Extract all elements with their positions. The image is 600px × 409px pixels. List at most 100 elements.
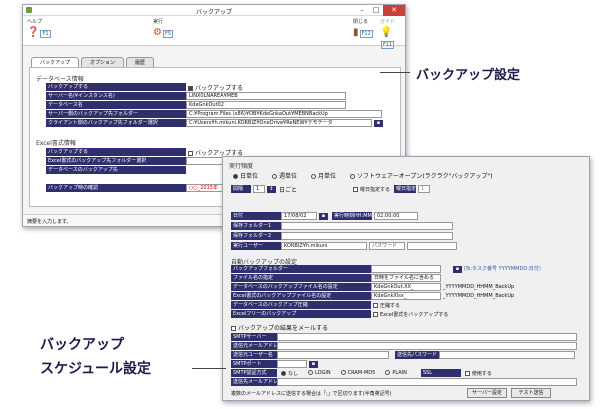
browse-button[interactable]: ▪ <box>374 119 383 127</box>
auth-plain[interactable]: PLAIN <box>385 370 407 376</box>
checkbox-icon <box>464 370 470 376</box>
client-folder-field[interactable]: C:¥Users¥h.mikuni.KORBIZ¥OneDrive¥ReNEW¥… <box>186 119 372 127</box>
excel-folder-label: Excel書式のバックアップ先フォルダー選択 <box>46 157 186 165</box>
port-stepper[interactable]: ▪ <box>309 360 318 368</box>
freq-month[interactable]: 月単位 <box>311 171 336 180</box>
date-field[interactable]: 17/08/02 <box>281 212 317 220</box>
mail-toggle[interactable]: バックアップの結果をメールする <box>231 323 328 332</box>
smtp-port-field[interactable] <box>277 360 307 368</box>
auto-folder-field[interactable] <box>371 265 441 273</box>
run-menu[interactable]: 実行 ⚙ F5 <box>153 18 174 40</box>
smtp-server-field[interactable] <box>277 333 577 341</box>
maximize-button[interactable]: □ <box>369 5 383 16</box>
auth-login[interactable]: LOGIN <box>308 370 331 376</box>
excel-section-title: Excel書式情報 <box>36 140 76 147</box>
checkbox-icon <box>231 326 236 331</box>
compress-checkbox[interactable]: 圧縮する <box>373 302 400 309</box>
send-password-label: 送信先パスワード <box>395 351 439 359</box>
bulb-icon: 💡F11 <box>380 27 395 49</box>
folder2-field[interactable] <box>281 232 453 240</box>
smtp-port-label: SMTPポート <box>231 360 277 368</box>
weekday-field[interactable]: 1 <box>418 185 431 193</box>
interval-field[interactable]: 1 <box>253 185 265 193</box>
help-label: ヘルプ <box>27 19 43 25</box>
excel-row-folder: Excel書式のバックアップ先フォルダー選択 <box>46 157 246 165</box>
door-icon: ▮ F12 <box>353 27 373 38</box>
auto-row-3: Excel書式のバックアップファイル名の設定 KdeGnkXlsx_ _YYYYMM… <box>231 292 514 300</box>
weekday-checkbox[interactable] <box>353 186 358 192</box>
freq-day[interactable]: 日単位 <box>233 171 258 180</box>
server-field[interactable]: LINX0LNAREA¥MEB <box>186 92 346 100</box>
time-field[interactable]: 02:00:00 <box>374 212 418 220</box>
send-password-field[interactable] <box>439 351 575 359</box>
from-addr-field[interactable] <box>277 342 577 350</box>
footer-note: 複数のメールアドレスに送信する場合は「;」で区切ります(半角英記号) <box>231 391 392 397</box>
excel-backup-label: バックアップする <box>46 148 186 156</box>
server-label: サーバー名(¥インスタンス名) <box>46 92 186 100</box>
auth-login-label: LOGIN <box>315 370 331 376</box>
dbname-field[interactable]: KdeGnkOut02 <box>186 101 346 109</box>
help-menu[interactable]: ヘルプ ❓ F1 <box>27 18 51 40</box>
freq-softopen-label: ソフトウェアーオープン(ラクラク"バックアップ") <box>357 173 493 180</box>
user-row: 実行ユーザー KORBIZ¥h.mikuni パスワード <box>231 242 457 250</box>
mail-title: バックアップの結果をメールする <box>238 325 329 332</box>
auto-row-1: ファイル名の指定 日時をファイル名に含める <box>231 274 441 282</box>
tab-history[interactable]: 履歴 <box>126 57 155 67</box>
radio-icon <box>233 174 238 179</box>
server-folder-label: サーバー側のバックアップ先フォルダー <box>46 110 186 118</box>
title-bar: バックアップ – □ ✕ <box>23 5 405 16</box>
server-folder-field[interactable]: C:¥Program Files (x86)¥OB¥KdeGnkaOut¥MEB… <box>186 110 382 118</box>
tab-options[interactable]: オプション <box>81 57 125 67</box>
folder1-row: 保存フォルダー1 <box>231 222 453 230</box>
settings-icon[interactable]: ▪ <box>453 266 462 273</box>
test-send-button[interactable]: テスト送信 <box>511 388 551 398</box>
freq-softopen[interactable]: ソフトウェアーオープン(ラクラク"バックアップ") <box>350 171 493 180</box>
excel-free-checkbox[interactable]: Excel書式をバックアップする <box>373 311 448 318</box>
callout-line-right <box>380 72 410 73</box>
interval-unit: 日ごと <box>279 186 298 194</box>
freq-week[interactable]: 週単位 <box>272 171 297 180</box>
auth-cram-label: CRAM-MD5 <box>347 370 376 376</box>
tab-bar: バックアップ オプション 履歴 <box>31 57 155 67</box>
db-row-server: サーバー名(¥インスタンス名) LINX0LNAREA¥MEB <box>46 92 346 100</box>
server-settings-button[interactable]: サーバー設定 <box>467 388 507 398</box>
to-addr-row: 送信先メールアドレス <box>231 378 577 386</box>
db-backup-checkbox[interactable]: バックアップする <box>188 83 243 92</box>
db-row-client-folder: クライアント側のバックアップ先フォルダー選択 C:¥Users¥h.mikuni… <box>46 119 383 127</box>
close-menu[interactable]: 閉じる ▮ F12 <box>353 18 373 40</box>
from-user-label: 送信元ユーザー名 <box>231 351 277 359</box>
to-addr-field[interactable] <box>277 378 577 386</box>
date-row: 日付 17/08/02 ▪ 実行時刻HH:MM 02:00:00 <box>231 212 418 220</box>
password-field[interactable] <box>407 242 457 250</box>
close-key: F12 <box>359 30 373 38</box>
excel-row-dest: データベースのバックアップ先 <box>46 166 186 174</box>
filename-select[interactable]: 日時をファイル名に含める <box>371 274 441 282</box>
radio-icon <box>350 174 356 179</box>
checkbox-icon <box>373 311 378 317</box>
from-addr-label: 送信元メールアドレス <box>231 342 277 350</box>
radio-icon <box>311 174 317 179</box>
weekday-tag: 曜日指定 <box>394 185 417 193</box>
auth-cram[interactable]: CRAM-MD5 <box>340 370 376 376</box>
folder1-field[interactable] <box>281 222 453 230</box>
smtp-server-row: SMTPサーバー <box>231 333 577 341</box>
radio-icon <box>340 370 346 375</box>
run-label: 実行 <box>153 19 164 25</box>
auth-label: SMTP認証方式 <box>231 369 277 377</box>
minimize-button[interactable]: – <box>355 5 369 16</box>
date-label: 日付 <box>231 212 281 220</box>
tab-backup[interactable]: バックアップ <box>31 57 80 67</box>
db-row-server-folder: サーバー側のバックアップ先フォルダー C:¥Program Files (x86… <box>46 110 382 118</box>
from-user-field[interactable] <box>277 351 389 359</box>
auto-row-0: バックアップフォルダー <box>231 265 441 273</box>
calendar-icon[interactable]: ▪ <box>319 212 328 220</box>
db-filename-field[interactable]: KdeGnkOut.XX_ <box>371 283 441 291</box>
auth-none[interactable]: なし <box>281 370 298 377</box>
xl-filename-field[interactable]: KdeGnkXlsx_ <box>371 292 441 300</box>
close-button[interactable]: ✕ <box>383 5 405 16</box>
ssl-checkbox[interactable]: 使用する <box>464 370 492 377</box>
user-field[interactable]: KORBIZ¥h.mikuni <box>281 242 367 250</box>
auto-folder-label: バックアップフォルダー <box>231 265 371 273</box>
interval-stepper[interactable]: ⇕ <box>267 185 276 193</box>
guide-menu[interactable]: ガイド 💡F11 <box>380 18 405 51</box>
